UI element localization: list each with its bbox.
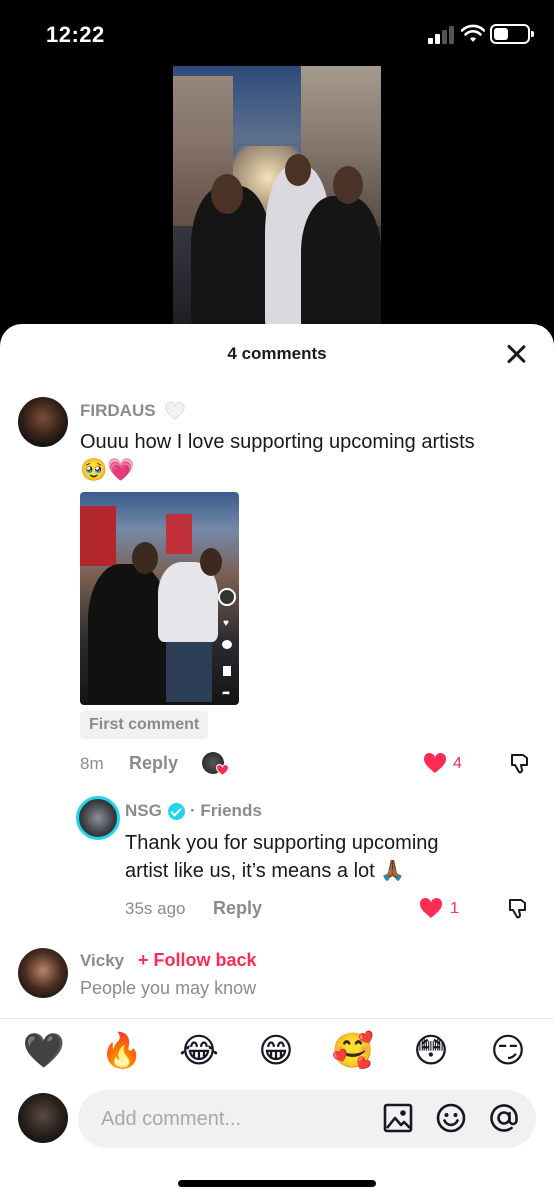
cellular-signal-icon <box>428 26 456 44</box>
wifi-icon <box>461 24 485 42</box>
first-comment-badge: First comment <box>80 711 209 739</box>
comments-count-title: 4 comments <box>227 344 327 363</box>
avatar[interactable] <box>18 397 68 447</box>
avatar[interactable] <box>18 1093 68 1143</box>
comment-time: 8m <box>80 754 104 773</box>
reply-text-line2: artist like us, it’s means a lot 🙏🏾 <box>125 860 406 882</box>
suggestion-subtitle: People you may know <box>80 978 257 998</box>
status-time: 12:22 <box>46 22 105 47</box>
dislike-icon[interactable] <box>508 752 532 776</box>
tears-of-joy-emoji[interactable]: 😂 <box>177 1031 221 1071</box>
comment-input-row <box>0 1088 554 1158</box>
comments-sheet: 4 comments FIRDAUS Ouuu how I love suppo… <box>0 324 554 1200</box>
like-count: 4 <box>453 755 462 772</box>
reply-text-line1: Thank you for supporting upcoming <box>125 832 439 854</box>
follow-back-button[interactable]: + Follow back <box>138 950 257 971</box>
like-heart-icon[interactable] <box>423 752 447 774</box>
emoji-quick-bar: 🖤 🔥 😂 😁 🥰 😳 😏 <box>0 1018 554 1084</box>
like-heart-icon[interactable] <box>419 897 443 919</box>
comment-attached-video[interactable]: ♥ ➦ <box>80 492 239 705</box>
reply-username[interactable]: NSG <box>125 801 162 821</box>
reply-button[interactable]: Reply <box>129 753 178 774</box>
creator-heart-icon <box>216 764 229 776</box>
dislike-icon[interactable] <box>506 897 530 921</box>
suggested-username[interactable]: Vicky <box>80 951 124 971</box>
verified-badge-icon <box>168 803 185 820</box>
reply-time: 35s ago <box>125 899 186 918</box>
close-icon[interactable] <box>502 340 532 370</box>
comment-text: Ouuu how I love supporting upcoming arti… <box>80 431 475 453</box>
fire-emoji[interactable]: 🔥 <box>100 1031 144 1071</box>
white-heart-icon <box>165 401 185 420</box>
grinning-emoji[interactable]: 😁 <box>254 1031 298 1071</box>
home-indicator[interactable] <box>178 1180 376 1187</box>
status-bar: 12:22 <box>0 0 554 64</box>
avatar[interactable] <box>76 796 120 840</box>
black-heart-emoji[interactable]: 🖤 <box>22 1031 66 1071</box>
video-preview[interactable] <box>173 66 381 328</box>
battery-icon <box>490 24 534 44</box>
emoji-icon[interactable] <box>434 1101 468 1135</box>
comment-username[interactable]: FIRDAUS <box>80 401 156 421</box>
avatar[interactable] <box>18 948 68 998</box>
smirk-emoji[interactable]: 😏 <box>486 1031 530 1071</box>
mention-icon[interactable] <box>487 1101 521 1135</box>
reply-button[interactable]: Reply <box>213 898 262 919</box>
image-icon[interactable] <box>381 1101 415 1135</box>
reply-relation: · Friends <box>190 801 262 820</box>
like-count: 1 <box>450 900 459 917</box>
flushed-emoji[interactable]: 😳 <box>409 1031 453 1071</box>
comment-emojis: 🥹💗 <box>80 457 135 482</box>
smiling-hearts-emoji[interactable]: 🥰 <box>331 1031 375 1071</box>
